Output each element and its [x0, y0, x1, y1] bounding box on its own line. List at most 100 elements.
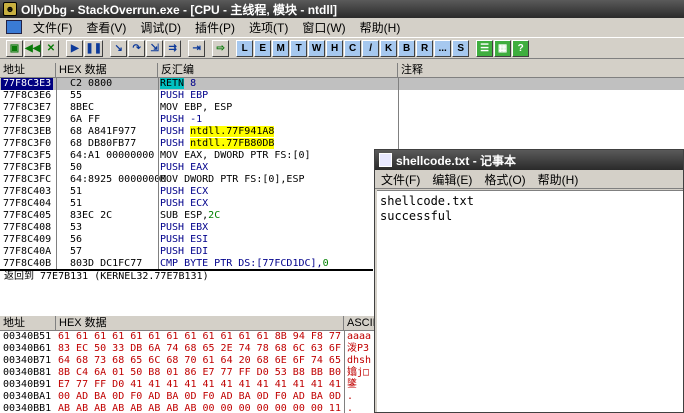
disasm-col-addr[interactable]: 地址: [0, 63, 56, 78]
disasm-hex: 68 A841F977: [70, 126, 137, 137]
source-window-button[interactable]: S: [452, 39, 470, 57]
open-icon[interactable]: ▣: [6, 39, 23, 57]
disasm-row[interactable]: 77F8C3E3 C2 0800 RETN 8: [0, 78, 684, 90]
dump-ascii: dhsh: [347, 355, 372, 366]
disasm-opcode: PUSH: [160, 246, 185, 257]
notepad-text-area[interactable]: shellcode.txt successful: [377, 190, 683, 412]
notepad-menu-edit[interactable]: 编辑(E): [426, 171, 478, 188]
step-over-icon[interactable]: ↷: [128, 39, 146, 57]
trace-over-icon[interactable]: ⇉: [164, 39, 182, 57]
windows-window-button[interactable]: W: [308, 39, 326, 57]
menu-plugins[interactable]: 插件(P): [188, 19, 242, 36]
notepad-menu-help[interactable]: 帮助(H): [532, 171, 585, 188]
menu-options[interactable]: 选项(T): [242, 19, 295, 36]
menu-window[interactable]: 窗口(W): [295, 19, 352, 36]
disasm-row[interactable]: 77F8C3E6 55 PUSH EBP: [0, 90, 684, 102]
grid-icon[interactable]: ▦: [494, 39, 512, 57]
run-trace-window-button[interactable]: ...: [434, 39, 452, 57]
disasm-opcode: PUSH: [160, 138, 185, 149]
dump-ascii: .: [347, 403, 354, 413]
restart-icon[interactable]: ◀◀: [24, 39, 42, 57]
dump-ascii: .: [347, 391, 354, 402]
disasm-immediate: 0: [322, 258, 329, 269]
disasm-opcode: PUSH: [160, 186, 185, 197]
disasm-row[interactable]: 77F8C3EB 68 A841F977 PUSH ntdll.77F941A8: [0, 126, 684, 138]
dump-address: 00340B51: [3, 331, 52, 342]
disasm-operand: ESP,: [178, 210, 209, 221]
disasm-hex: 50: [70, 162, 83, 173]
dump-col-addr[interactable]: 地址: [0, 316, 56, 331]
disasm-hex: 68 DB80FB77: [70, 138, 137, 149]
disasm-address: 77F8C3FC: [3, 174, 52, 185]
disasm-operand: 8: [184, 78, 197, 89]
close-icon[interactable]: ✕: [42, 39, 60, 57]
help-icon[interactable]: ?: [512, 39, 530, 57]
disasm-instruction: PUSH EDI: [160, 246, 208, 258]
menu-help[interactable]: 帮助(H): [353, 19, 408, 36]
disasm-opcode: MOV: [160, 150, 179, 161]
disasm-instruction: PUSH ntdll.77FB80DB: [160, 138, 275, 150]
handles-window-button[interactable]: H: [326, 39, 344, 57]
dump-hex: E7 77 FF D0 41 41 41 41 41 41 41 41 41 4…: [58, 379, 341, 390]
list-icon[interactable]: ☰: [476, 39, 494, 57]
notepad-menu-format[interactable]: 格式(O): [478, 171, 531, 188]
modules-window-button[interactable]: E: [254, 39, 272, 57]
dump-ascii: 嬆j□: [347, 367, 370, 378]
disasm-opcode: MOV: [160, 102, 179, 113]
disasm-col-hex[interactable]: HEX 数据: [56, 63, 158, 78]
disasm-row[interactable]: 77F8C3E7 8BEC MOV EBP, ESP: [0, 102, 684, 114]
menu-view[interactable]: 查看(V): [79, 19, 133, 36]
disasm-operand: EDI: [184, 246, 209, 257]
breakpoints-window-button[interactable]: B: [398, 39, 416, 57]
step-into-icon[interactable]: ↘: [110, 39, 128, 57]
disasm-col-comment[interactable]: 注释: [398, 63, 684, 78]
ollydbg-app-icon: ☻: [3, 2, 17, 16]
disasm-col-disasm[interactable]: 反汇编: [158, 63, 398, 78]
disasm-operand: EBX: [184, 222, 209, 233]
disasm-row[interactable]: 77F8C3E9 6A FF PUSH -1: [0, 114, 684, 126]
disasm-operand: EBP: [184, 90, 209, 101]
dump-hex: 83 EC 50 33 DB 6A 74 68 65 2E 74 78 68 6…: [58, 343, 341, 354]
threads-window-button[interactable]: T: [290, 39, 308, 57]
disasm-address: 77F8C409: [3, 234, 52, 245]
run-icon[interactable]: ▶: [66, 39, 84, 57]
dump-col-hex[interactable]: HEX 数据: [56, 316, 344, 331]
disasm-instruction: PUSH EAX: [160, 162, 208, 174]
disasm-address: 77F8C3F5: [3, 150, 52, 161]
disasm-instruction: SUB ESP,2C: [160, 210, 220, 222]
disasm-instruction: PUSH EBP: [160, 90, 208, 102]
menu-file[interactable]: 文件(F): [26, 19, 79, 36]
notepad-menu-file[interactable]: 文件(F): [375, 171, 426, 188]
disasm-hex: 6A FF: [70, 114, 101, 125]
memory-window-button[interactable]: M: [272, 39, 290, 57]
cpu-window-button[interactable]: C: [344, 39, 362, 57]
execute-till-return-icon[interactable]: ⇥: [188, 39, 206, 57]
patches-window-button[interactable]: /: [362, 39, 380, 57]
disasm-operand: ntdll.77F941A8: [190, 126, 275, 137]
disasm-instruction: PUSH EBX: [160, 222, 208, 234]
references-window-button[interactable]: R: [416, 39, 434, 57]
notepad-title-bar[interactable]: shellcode.txt - 记事本: [375, 150, 683, 170]
disasm-hex: 51: [70, 186, 83, 197]
disasm-address: 77F8C3E6: [3, 90, 52, 101]
goto-icon[interactable]: ⇨: [212, 39, 230, 57]
disasm-operand: ECX: [184, 198, 209, 209]
toolbar: ▣ ◀◀ ✕ ▶ ❚❚ ↘ ↷ ⇲ ⇉ ⇥ ⇨ L E M T W H C / …: [0, 37, 684, 59]
call-stack-window-button[interactable]: K: [380, 39, 398, 57]
disasm-opcode: RETN: [160, 78, 185, 89]
disasm-operand: BYTE PTR DS:[77FCD1DC],: [178, 258, 323, 269]
menu-debug[interactable]: 调试(D): [133, 19, 188, 36]
pause-icon[interactable]: ❚❚: [84, 39, 104, 57]
disasm-opcode: PUSH: [160, 126, 185, 137]
disasm-operand: ESI: [184, 234, 209, 245]
disasm-instruction: PUSH -1: [160, 114, 202, 126]
disasm-address: 77F8C3FB: [3, 162, 52, 173]
trace-into-icon[interactable]: ⇲: [146, 39, 164, 57]
disasm-opcode: CMP: [160, 258, 179, 269]
disasm-operand: ECX: [184, 186, 209, 197]
log-window-button[interactable]: L: [236, 39, 254, 57]
cpu-window-icon[interactable]: [6, 20, 22, 34]
disasm-address: 77F8C405: [3, 210, 52, 221]
disasm-opcode: PUSH: [160, 198, 185, 209]
dump-address: 00340B91: [3, 379, 52, 390]
